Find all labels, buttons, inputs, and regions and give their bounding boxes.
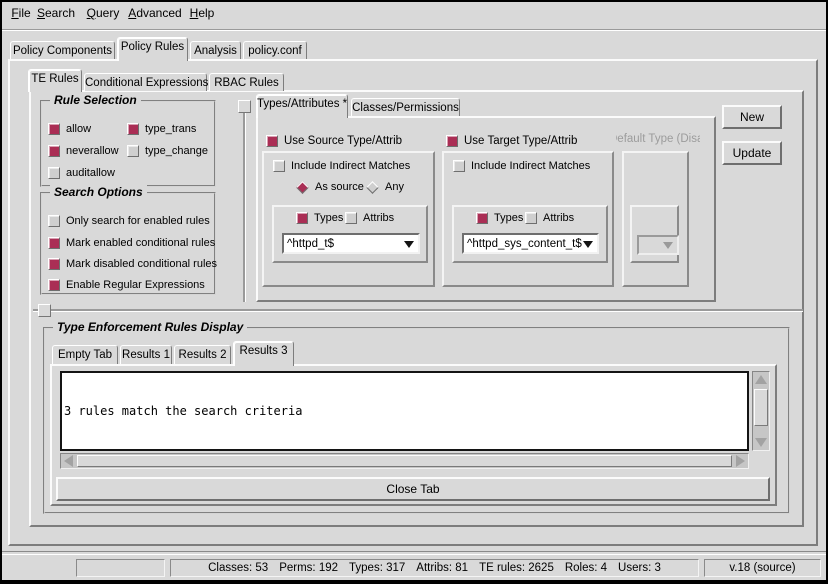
tab-policy-components[interactable]: Policy Components xyxy=(10,41,115,59)
tab-policy-rules[interactable]: Policy Rules xyxy=(117,37,188,61)
stat-attribs: Attribs: 81 xyxy=(416,562,468,574)
checkbox-indicator xyxy=(48,123,60,135)
radio-as-source[interactable]: As source xyxy=(296,180,364,194)
checkbox-type-change[interactable]: type_change xyxy=(127,144,208,158)
results-summary: 3 rules match the search criteria xyxy=(64,404,745,418)
statusbar-stats-panel: Classes: 53 Perms: 192 Types: 317 Attrib… xyxy=(170,559,699,577)
checkbox-auditallow[interactable]: auditallow xyxy=(48,166,115,180)
checkbox-allow[interactable]: allow xyxy=(48,122,91,136)
horizontal-sash-handle[interactable] xyxy=(38,304,51,317)
chevron-down-icon xyxy=(404,241,414,248)
checkbox-indicator xyxy=(48,237,60,249)
tab-results-3[interactable]: Results 3 xyxy=(233,341,294,366)
radio-any[interactable]: Any xyxy=(366,180,404,194)
checkbox-target-types[interactable]: Types xyxy=(476,211,523,225)
stat-users: Users: 3 xyxy=(618,562,661,574)
stat-perms: Perms: 192 xyxy=(279,562,338,574)
search-options-title: Search Options xyxy=(50,185,147,199)
checkbox-indicator xyxy=(48,215,60,227)
checkbox-indicator xyxy=(48,145,60,157)
stat-types: Types: 317 xyxy=(349,562,405,574)
checkbox-source-attribs[interactable]: Attribs xyxy=(345,211,394,225)
checkbox-indicator xyxy=(525,212,537,224)
tab-results-2[interactable]: Results 2 xyxy=(174,345,231,364)
checkbox-indicator xyxy=(127,145,139,157)
tab-empty-tab[interactable]: Empty Tab xyxy=(52,345,118,364)
radio-indicator xyxy=(366,181,379,194)
tab-rbac-rules[interactable]: RBAC Rules xyxy=(209,73,284,91)
checkbox-enable-regex[interactable]: Enable Regular Expressions xyxy=(48,278,205,292)
checkbox-source-include-indirect[interactable]: Include Indirect Matches xyxy=(273,159,410,173)
tab-results-1[interactable]: Results 1 xyxy=(120,345,172,364)
rule-selection-title: Rule Selection xyxy=(50,93,141,107)
horizontal-scrollbar-thumb[interactable] xyxy=(77,455,732,467)
tab-analysis[interactable]: Analysis xyxy=(190,41,241,59)
menu-query[interactable]: Query xyxy=(80,6,126,24)
default-type-label: Default Type (Disabled) xyxy=(616,133,700,148)
radio-indicator xyxy=(296,181,309,194)
close-tab-button[interactable]: Close Tab xyxy=(56,477,770,501)
te-rules-display-title: Type Enforcement Rules Display xyxy=(53,320,247,334)
checkbox-use-source-type[interactable]: Use Source Type/Attrib xyxy=(266,134,402,148)
checkbox-indicator xyxy=(345,212,357,224)
vertical-scrollbar-thumb[interactable] xyxy=(754,389,768,426)
vertical-sash[interactable] xyxy=(243,100,245,302)
checkbox-indicator xyxy=(48,279,60,291)
checkbox-indicator xyxy=(446,135,458,147)
tab-classes-permissions[interactable]: Classes/Permissions xyxy=(351,98,460,116)
results-vertical-scrollbar[interactable] xyxy=(752,371,770,451)
stat-classes: Classes: 53 xyxy=(208,562,268,574)
tab-conditional-expressions[interactable]: Conditional Expressions xyxy=(84,73,207,91)
tab-types-attributes[interactable]: Types/Attributes * xyxy=(256,94,348,118)
checkbox-type-trans[interactable]: type_trans xyxy=(127,122,196,136)
menu-help[interactable]: Help xyxy=(184,6,220,24)
vertical-sash-handle[interactable] xyxy=(238,100,251,113)
results-horizontal-scrollbar[interactable] xyxy=(60,453,749,469)
scroll-right-icon[interactable] xyxy=(736,455,745,467)
checkbox-target-attribs[interactable]: Attribs xyxy=(525,211,574,225)
chevron-down-icon xyxy=(663,242,673,249)
checkbox-mark-enabled-conditional[interactable]: Mark enabled conditional rules xyxy=(48,236,215,250)
source-type-combobox[interactable]: ^httpd_t$ xyxy=(282,233,420,254)
update-button[interactable]: Update xyxy=(722,141,782,165)
scroll-down-icon[interactable] xyxy=(755,438,767,447)
checkbox-mark-disabled-conditional[interactable]: Mark disabled conditional rules xyxy=(48,257,217,271)
horizontal-sash[interactable] xyxy=(33,309,803,311)
checkbox-neverallow[interactable]: neverallow xyxy=(48,144,119,158)
scroll-left-icon[interactable] xyxy=(64,455,73,467)
tab-te-rules[interactable]: TE Rules xyxy=(28,69,82,92)
policy-version: v.18 (source) xyxy=(729,562,795,574)
menu-search[interactable]: Search xyxy=(31,6,81,24)
checkbox-indicator xyxy=(296,212,308,224)
apol-window: File Search Query Advanced Help Policy C… xyxy=(0,0,828,584)
tab-policy-conf[interactable]: policy.conf xyxy=(243,41,307,59)
checkbox-indicator xyxy=(476,212,488,224)
checkbox-indicator xyxy=(48,258,60,270)
statusbar-separator xyxy=(2,551,826,555)
scroll-up-icon[interactable] xyxy=(755,375,767,384)
target-type-combobox[interactable]: ^httpd_sys_content_t$ xyxy=(462,233,599,254)
stat-roles: Roles: 4 xyxy=(565,562,607,574)
checkbox-target-include-indirect[interactable]: Include Indirect Matches xyxy=(453,159,590,173)
checkbox-source-types[interactable]: Types xyxy=(296,211,343,225)
checkbox-indicator xyxy=(48,167,60,179)
checkbox-indicator xyxy=(453,160,465,172)
stat-te-rules: TE rules: 2625 xyxy=(479,562,554,574)
statusbar-version-panel: v.18 (source) xyxy=(704,559,821,577)
checkbox-indicator xyxy=(127,123,139,135)
default-type-combobox xyxy=(637,235,679,255)
new-button[interactable]: New xyxy=(722,105,782,129)
chevron-down-icon xyxy=(583,241,593,248)
checkbox-only-enabled-rules[interactable]: Only search for enabled rules xyxy=(48,214,210,228)
checkbox-indicator xyxy=(266,135,278,147)
checkbox-indicator xyxy=(273,160,285,172)
statusbar-left-panel xyxy=(76,559,165,577)
checkbox-use-target-type[interactable]: Use Target Type/Attrib xyxy=(446,134,577,148)
results-text-area[interactable]: 3 rules match the search criteria (5822)… xyxy=(60,371,749,451)
menu-advanced[interactable]: Advanced xyxy=(124,6,186,24)
